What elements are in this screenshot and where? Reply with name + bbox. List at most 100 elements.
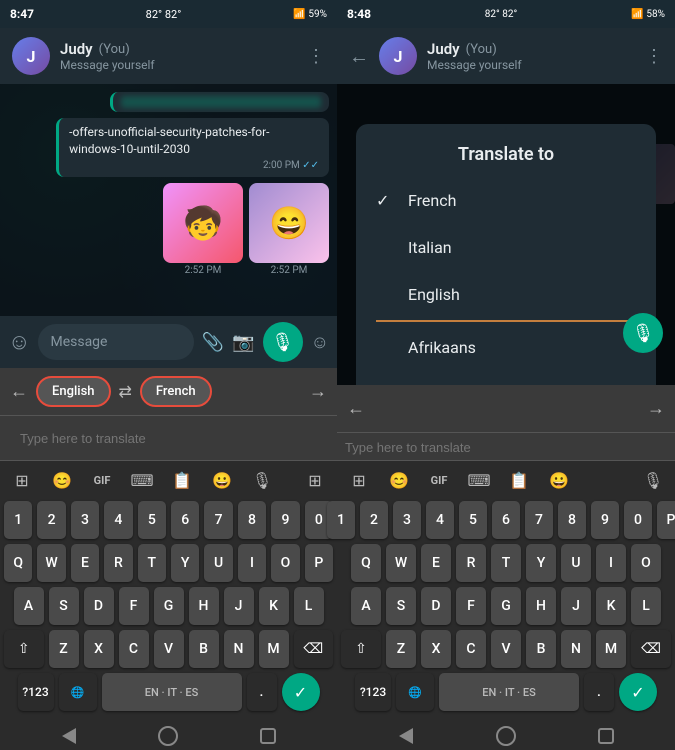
right-translate-input[interactable] <box>345 440 667 455</box>
right-kb-clipboard-icon[interactable]: 📋 <box>503 471 535 490</box>
kb-grid-icon[interactable]: ⊞ <box>6 471 38 490</box>
r-key-i[interactable]: I <box>596 544 626 582</box>
r-key-y[interactable]: Y <box>526 544 556 582</box>
r-key-9[interactable]: 9 <box>591 501 619 539</box>
key-i[interactable]: I <box>238 544 266 582</box>
r-key-4[interactable]: 4 <box>426 501 454 539</box>
message-input-box[interactable]: Message <box>38 324 193 360</box>
r-key-z[interactable]: Z <box>386 630 416 668</box>
key-o[interactable]: O <box>271 544 299 582</box>
kb-mic-icon[interactable]: 🎙 <box>246 471 278 490</box>
emoji-right-button[interactable]: ☺ <box>311 332 329 353</box>
globe-key[interactable]: 🌐 <box>59 673 97 711</box>
r-key-0[interactable]: 0 <box>624 501 652 539</box>
r-key-g[interactable]: G <box>491 587 521 625</box>
r-key-x[interactable]: X <box>421 630 451 668</box>
r-key-p[interactable]: P <box>657 501 675 539</box>
translator-back-button[interactable]: ← <box>10 381 28 402</box>
lang-right-button[interactable]: French <box>140 376 212 407</box>
kb-translate-icon[interactable]: ⌨ <box>126 471 158 490</box>
lang-option-italian[interactable]: ✓ Italian <box>356 224 656 271</box>
key-n[interactable]: N <box>224 630 254 668</box>
key-1[interactable]: 1 <box>4 501 32 539</box>
r-key-s[interactable]: S <box>386 587 416 625</box>
r-shift-key[interactable]: ⇧ <box>341 630 381 668</box>
key-8[interactable]: 8 <box>238 501 266 539</box>
camera-button[interactable]: 📷 <box>232 332 254 353</box>
key-x[interactable]: X <box>84 630 114 668</box>
r-key-u[interactable]: U <box>561 544 591 582</box>
r-send-key[interactable]: ✓ <box>619 673 657 711</box>
emoji-button[interactable]: ☺ <box>8 329 30 355</box>
key-9[interactable]: 9 <box>271 501 299 539</box>
right-kb-emoji-icon[interactable]: 😊 <box>383 471 415 490</box>
key-d[interactable]: D <box>84 587 114 625</box>
key-l[interactable]: L <box>294 587 324 625</box>
r-key-d[interactable]: D <box>421 587 451 625</box>
r-key-q[interactable]: Q <box>351 544 381 582</box>
right-translator-forward[interactable]: → <box>647 398 665 419</box>
backspace-key[interactable]: ⌫ <box>294 630 334 668</box>
period-key[interactable]: . <box>247 673 277 711</box>
right-translator-back[interactable]: ← <box>347 398 365 419</box>
kb-clipboard-icon[interactable]: 📋 <box>166 471 198 490</box>
key-s[interactable]: S <box>49 587 79 625</box>
key-f[interactable]: F <box>119 587 149 625</box>
lang-left-button[interactable]: English <box>36 376 111 407</box>
key-y[interactable]: Y <box>171 544 199 582</box>
r-key-k[interactable]: K <box>596 587 626 625</box>
swap-icon[interactable]: ⇄ <box>119 382 132 401</box>
r-key-1[interactable]: 1 <box>327 501 355 539</box>
r-key-o[interactable]: O <box>631 544 661 582</box>
right-kb-gif-icon[interactable]: GIF <box>423 474 455 487</box>
key-7[interactable]: 7 <box>204 501 232 539</box>
right-mic-button[interactable]: 🎙 <box>623 313 663 353</box>
r-key-t[interactable]: T <box>491 544 521 582</box>
lang-option-english[interactable]: ✓ English <box>356 271 656 318</box>
right-back-nav[interactable] <box>399 728 413 744</box>
key-m[interactable]: M <box>259 630 289 668</box>
key-u[interactable]: U <box>204 544 232 582</box>
home-nav-button[interactable] <box>158 726 178 746</box>
r-globe-key[interactable]: 🌐 <box>396 673 434 711</box>
lang-option-afrikaans[interactable]: ✓ Afrikaans <box>356 324 656 371</box>
right-kb-grid-icon[interactable]: ⊞ <box>343 471 375 490</box>
r-period-key[interactable]: . <box>584 673 614 711</box>
r-key-5[interactable]: 5 <box>459 501 487 539</box>
right-back-button[interactable]: ← <box>349 44 369 69</box>
r-key-e[interactable]: E <box>421 544 451 582</box>
right-more-icon[interactable]: ⋮ <box>645 46 663 67</box>
key-k[interactable]: K <box>259 587 289 625</box>
right-kb-face-icon[interactable]: 😀 <box>543 471 575 490</box>
r-key-r[interactable]: R <box>456 544 486 582</box>
r-backspace-key[interactable]: ⌫ <box>631 630 671 668</box>
back-nav-button[interactable] <box>62 728 76 744</box>
key-j[interactable]: J <box>224 587 254 625</box>
r-key-l[interactable]: L <box>631 587 661 625</box>
r-key-3[interactable]: 3 <box>393 501 421 539</box>
r-key-h[interactable]: H <box>526 587 556 625</box>
r-lang-key[interactable]: EN · IT · ES <box>439 673 579 711</box>
lang-option-akan[interactable]: ✓ Akan <box>356 371 656 385</box>
r-key-m[interactable]: M <box>596 630 626 668</box>
key-r[interactable]: R <box>104 544 132 582</box>
kb-sticker-icon[interactable]: 😊 <box>46 471 78 490</box>
right-home-nav[interactable] <box>496 726 516 746</box>
key-5[interactable]: 5 <box>138 501 166 539</box>
key-a[interactable]: A <box>14 587 44 625</box>
key-v[interactable]: V <box>154 630 184 668</box>
key-g[interactable]: G <box>154 587 184 625</box>
r-key-j[interactable]: J <box>561 587 591 625</box>
key-e[interactable]: E <box>71 544 99 582</box>
translator-forward-button[interactable]: → <box>309 381 327 402</box>
r-key-7[interactable]: 7 <box>525 501 553 539</box>
key-p[interactable]: P <box>305 544 333 582</box>
r-key-b[interactable]: B <box>526 630 556 668</box>
r-key-f[interactable]: F <box>456 587 486 625</box>
kb-emoji-icon[interactable]: 😀 <box>206 471 238 490</box>
key-q[interactable]: Q <box>4 544 32 582</box>
r-key-2[interactable]: 2 <box>360 501 388 539</box>
shift-key[interactable]: ⇧ <box>4 630 44 668</box>
key-2[interactable]: 2 <box>37 501 65 539</box>
lang-key[interactable]: EN · IT · ES <box>102 673 242 711</box>
